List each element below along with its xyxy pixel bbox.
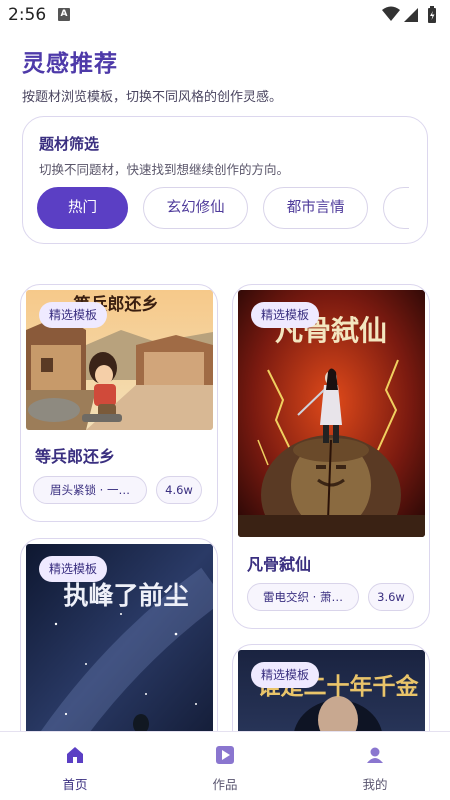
card-title: 凡骨弑仙 <box>247 555 312 574</box>
nav-works[interactable]: 作品 <box>185 744 265 793</box>
card-title: 等兵郎还乡 <box>35 447 116 466</box>
card-tag: 眉头紧锁 · 一… <box>33 476 147 504</box>
home-icon <box>67 747 83 763</box>
signal-icon <box>404 8 418 22</box>
featured-badge: 精选模板 <box>39 302 108 328</box>
card-tag: 雷电交织 · 萧… <box>247 583 359 611</box>
chip-xuanhuan[interactable]: 玄幻修仙 <box>143 187 249 229</box>
view-count: 3.6w <box>368 583 414 611</box>
nav-profile[interactable]: 我的 <box>335 744 415 793</box>
genre-filter-card: 题材筛选 切换不同题材，快速找到想继续创作的方向。 热门 玄幻修仙 都市言情 末… <box>22 116 428 244</box>
status-time: 2:56 <box>8 5 47 25</box>
wifi-icon <box>382 6 400 21</box>
play-square-icon <box>216 746 234 764</box>
template-card[interactable]: 执峰了前尘 精选模板 <box>20 538 218 758</box>
page-subtitle: 按题材浏览模板，切换不同风格的创作灵感。 <box>22 90 283 105</box>
chip-apocalypse[interactable]: 末日 <box>383 187 409 229</box>
nav-home[interactable]: 首页 <box>35 744 115 793</box>
status-icons <box>382 6 436 23</box>
view-count: 4.6w <box>156 476 202 504</box>
nav-profile-label: 我的 <box>362 777 388 792</box>
user-icon <box>367 747 383 763</box>
genre-chip-row[interactable]: 热门 玄幻修仙 都市言情 末日 <box>37 187 409 233</box>
bottom-navigation: 首页 作品 我的 <box>0 731 450 800</box>
template-card[interactable]: 凡骨弑仙 精选模板 凡骨弑仙 雷电交织 · 萧… 3.6w <box>232 284 430 629</box>
cover-title-text: 执峰了前尘 <box>63 581 188 610</box>
page-title: 灵感推荐 <box>22 51 118 77</box>
status-bar: 2:56 A <box>0 0 450 30</box>
notification-icon: A <box>58 8 70 21</box>
chip-urban-romance[interactable]: 都市言情 <box>263 187 369 229</box>
filter-title: 题材筛选 <box>39 135 100 153</box>
nav-works-label: 作品 <box>212 777 238 792</box>
featured-badge: 精选模板 <box>251 662 320 688</box>
page-header: 灵感推荐 按题材浏览模板，切换不同风格的创作灵感。 <box>22 44 282 105</box>
featured-badge: 精选模板 <box>39 556 108 582</box>
template-card[interactable]: 等兵郎还乡 精选模板 等兵郎还乡 眉头紧锁 · 一… 4.6w <box>20 284 218 522</box>
featured-badge: 精选模板 <box>251 302 320 328</box>
chip-hot[interactable]: 热门 <box>37 187 128 229</box>
nav-home-label: 首页 <box>62 777 88 792</box>
filter-description: 切换不同题材，快速找到想继续创作的方向。 <box>39 162 290 177</box>
